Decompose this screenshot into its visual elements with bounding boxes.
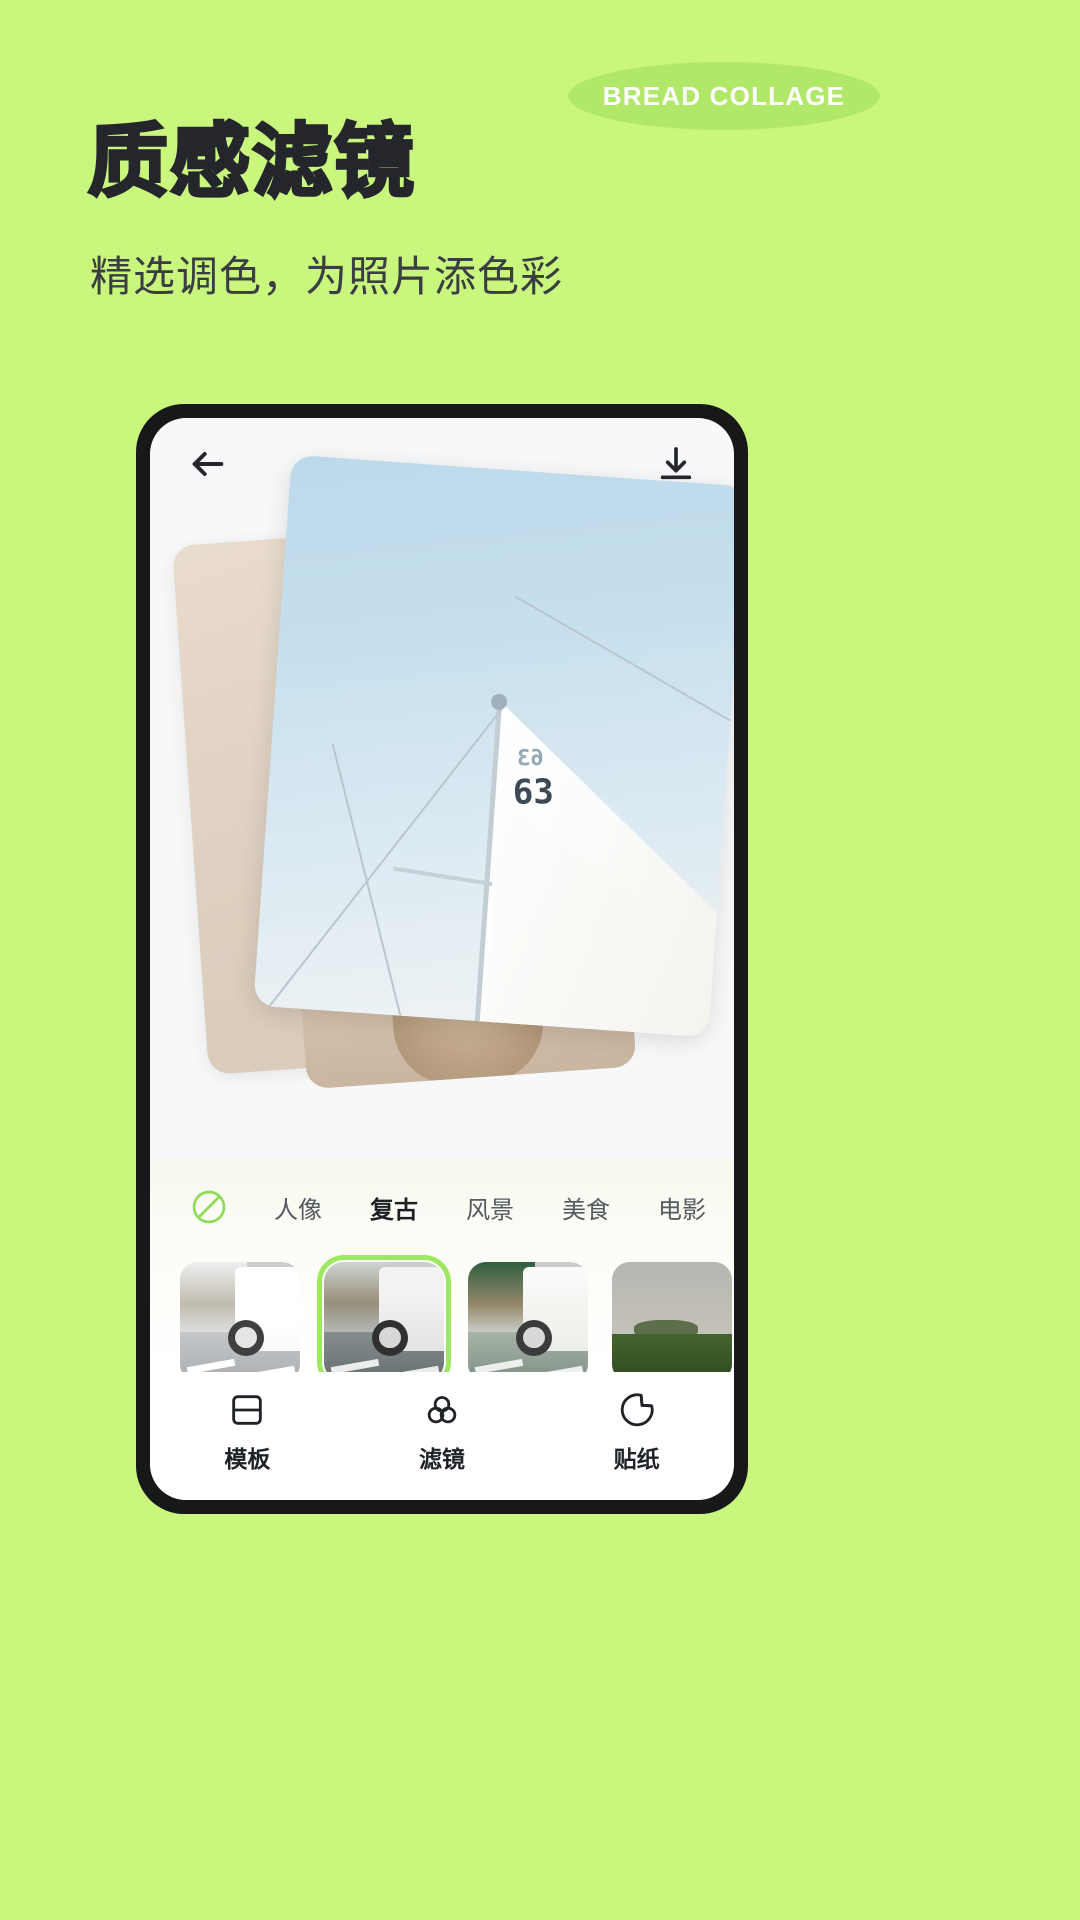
filter-thumbnail[interactable]	[468, 1262, 588, 1382]
nav-label: 滤镜	[418, 1446, 465, 1472]
tab-label: 人像	[274, 1196, 322, 1224]
tab-label: 复古	[370, 1196, 418, 1224]
filter-thumbnail[interactable]	[612, 1262, 732, 1382]
tab-renxiang[interactable]: 人像	[250, 1186, 346, 1229]
filter-thumbnail[interactable]	[180, 1262, 300, 1382]
nav-item-sticker[interactable]: 贴纸	[540, 1386, 733, 1474]
nav-label: 模板	[224, 1446, 271, 1472]
promo-badge: BREAD COLLAGE	[568, 62, 880, 130]
rigging-line-1	[331, 744, 406, 1036]
template-icon	[151, 1386, 344, 1434]
bottom-nav: 模板 滤镜 贴纸	[150, 1372, 734, 1500]
rigging-line-2	[253, 705, 505, 1038]
phone-mockup: 63 63 人像 复古 风景 美食 电影 模板 滤镜 贴纸	[136, 404, 748, 1514]
tab-fugu[interactable]: 复古	[346, 1186, 442, 1229]
phone-screen: 63 63 人像 复古 风景 美食 电影 模板 滤镜 贴纸	[150, 418, 734, 1500]
tab-meishi[interactable]: 美食	[538, 1186, 634, 1229]
filter-thumbnail[interactable]	[317, 1255, 451, 1389]
page-subtitle: 精选调色，为照片添色彩	[90, 253, 564, 300]
nav-item-filter[interactable]: 滤镜	[346, 1386, 539, 1474]
sail-number-ghost: 63	[516, 745, 544, 772]
back-arrow-icon[interactable]	[188, 444, 228, 484]
download-icon[interactable]	[656, 444, 696, 484]
photo-canvas[interactable]: 63 63	[150, 418, 734, 1158]
sticker-icon	[540, 1386, 733, 1434]
no-filter-icon[interactable]	[186, 1184, 232, 1230]
boom	[393, 866, 493, 887]
tab-heibai[interactable]: 黑白	[730, 1186, 734, 1229]
nav-label: 贴纸	[613, 1446, 660, 1472]
promo-badge-label: BREAD COLLAGE	[602, 80, 846, 111]
tab-fengjing[interactable]: 风景	[442, 1186, 538, 1229]
tab-label: 美食	[562, 1196, 610, 1224]
filter-circles-icon	[346, 1386, 539, 1434]
nav-item-template[interactable]: 模板	[151, 1386, 344, 1474]
app-topbar	[150, 418, 734, 510]
rigging-line-3	[514, 596, 734, 738]
page-title: 质感滤镜	[87, 114, 416, 209]
collage-card-main-photo[interactable]: 63 63	[253, 454, 734, 1038]
tab-label: 电影	[658, 1196, 706, 1224]
filter-category-tabs[interactable]: 人像 复古 风景 美食 电影 黑白	[150, 1158, 734, 1230]
filter-tray: 人像 复古 风景 美食 电影 黑白	[150, 1158, 734, 1430]
tab-dianying[interactable]: 电影	[634, 1186, 730, 1229]
sail-number: 63	[512, 772, 555, 813]
tab-label: 风景	[466, 1196, 514, 1224]
